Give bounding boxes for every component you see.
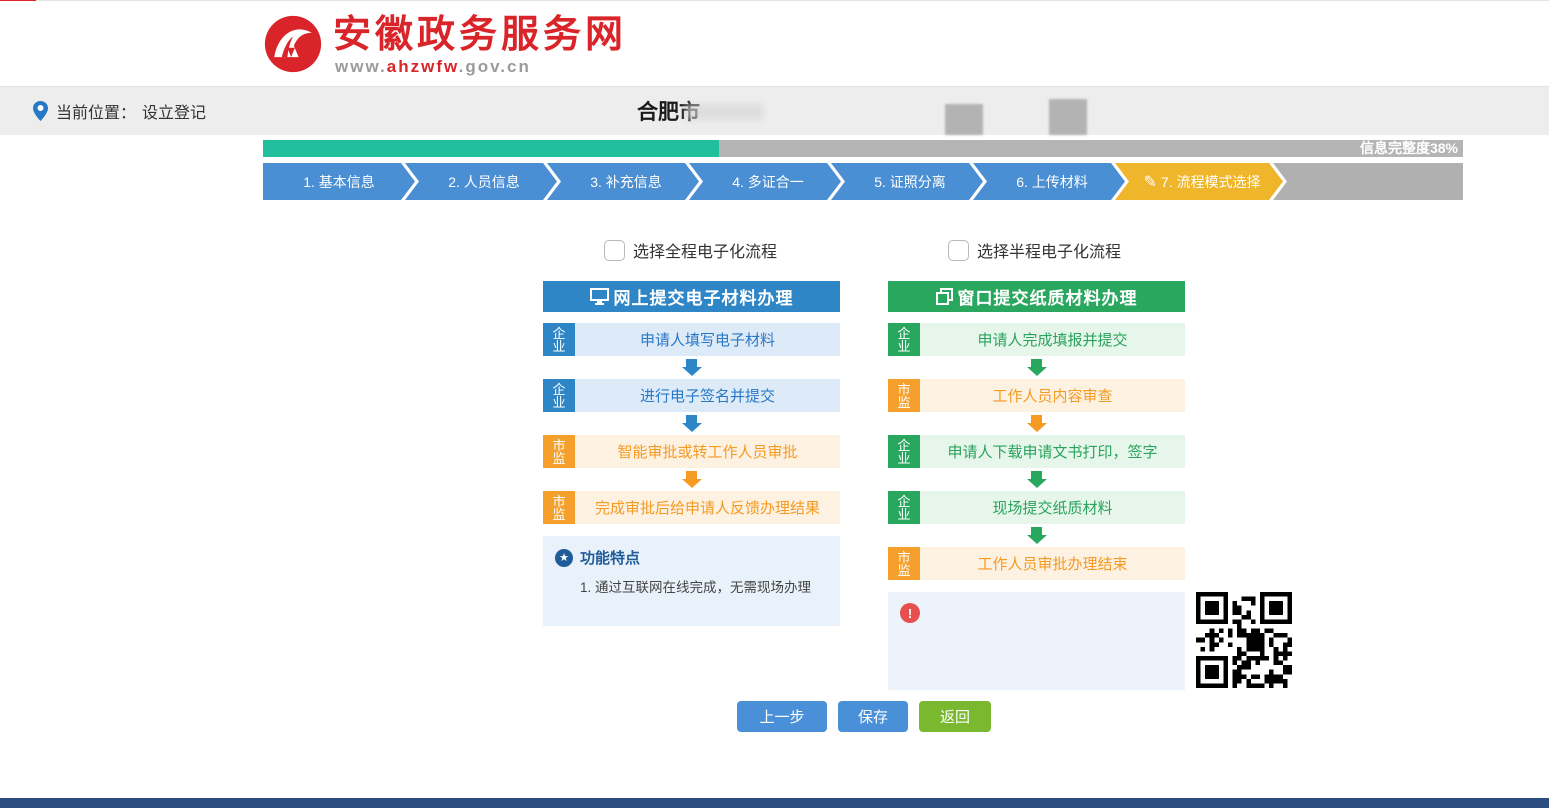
save-button[interactable]: 保存 (838, 701, 908, 732)
flow-step-text: 申请人填写电子材料 (575, 323, 840, 356)
actor-tag-regulator: 市监 (543, 491, 575, 524)
flow-step-text: 申请人下载申请文书打印，签字 (920, 435, 1185, 468)
breadcrumb-label: 当前位置： (56, 99, 136, 123)
actor-tag-enterprise: 企业 (888, 491, 920, 524)
tab-step-4-label: 4. 多证合一 (732, 172, 804, 192)
pencil-icon: ✎ (1144, 172, 1157, 192)
flow-step: 企业 申请人下载申请文书打印，签字 (888, 435, 1185, 468)
site-header: 安徽政务服务网 www.ahzwfw.gov.cn (0, 1, 1549, 87)
flow-step-text: 智能审批或转工作人员审批 (575, 435, 840, 468)
tab-step-2-label: 2. 人员信息 (448, 172, 520, 192)
actor-tag-enterprise: 企业 (543, 323, 575, 356)
option-half-electronic: 选择半程电子化流程 (948, 238, 1121, 262)
wizard-steps: 1. 基本信息 2. 人员信息 3. 补充信息 4. 多证合一 5. 证照分离 … (263, 163, 1463, 200)
half-electronic-checkbox[interactable] (948, 240, 969, 261)
previous-step-button[interactable]: 上一步 (737, 701, 827, 732)
tab-step-1[interactable]: 1. 基本信息 (263, 163, 415, 200)
feature-note-item: 1. 通过互联网在线完成，无需现场办理 (580, 576, 828, 596)
flow-step-text: 完成审批后给申请人反馈办理结果 (575, 491, 840, 524)
tab-step-4[interactable]: 4. 多证合一 (689, 163, 841, 200)
action-buttons: 上一步 保存 返回 (737, 701, 991, 732)
down-arrow-icon (543, 468, 840, 491)
breadcrumb-band: 当前位置： 设立登记 合肥市 (0, 87, 1549, 135)
feature-note-title: 功能特点 (580, 547, 640, 568)
notice-box: ! (888, 592, 1185, 690)
redacted-block (945, 104, 983, 135)
flow-window: 窗口提交纸质材料办理 企业 申请人完成填报并提交 市监 工作人员内容审查 企业 … (888, 281, 1185, 690)
flow-step-text: 工作人员审批办理结束 (920, 547, 1185, 580)
down-arrow-icon (888, 356, 1185, 379)
progress-fill (263, 140, 719, 157)
site-url-www: www. (335, 57, 387, 76)
completeness-progressbar: 信息完整度38% (263, 140, 1463, 157)
tab-step-6-label: 6. 上传材料 (1016, 172, 1088, 192)
site-logo-icon (263, 14, 323, 74)
down-arrow-icon (888, 524, 1185, 547)
actor-tag-enterprise: 企业 (543, 379, 575, 412)
flow-step-text: 工作人员内容审查 (920, 379, 1185, 412)
site-name: 安徽政务服务网 (333, 14, 627, 56)
qr-code (1196, 592, 1292, 688)
monitor-icon (590, 288, 609, 305)
flow-step: 企业 申请人完成填报并提交 (888, 323, 1185, 356)
feature-star-icon: ★ (555, 549, 573, 567)
full-electronic-checkbox[interactable] (604, 240, 625, 261)
flow-window-header: 窗口提交纸质材料办理 (888, 281, 1185, 312)
location-pin-icon (33, 101, 48, 121)
flow-step: 企业 申请人填写电子材料 (543, 323, 840, 356)
flow-step-text: 进行电子签名并提交 (575, 379, 840, 412)
flow-step: 市监 智能审批或转工作人员审批 (543, 435, 840, 468)
site-url-tld: .gov.cn (459, 57, 531, 76)
flow-online: 网上提交电子材料办理 企业 申请人填写电子材料 企业 进行电子签名并提交 市监 … (543, 281, 840, 626)
tab-step-5-label: 5. 证照分离 (874, 172, 946, 192)
tab-step-2[interactable]: 2. 人员信息 (405, 163, 557, 200)
flow-step: 企业 现场提交纸质材料 (888, 491, 1185, 524)
breadcrumb: 当前位置： 设立登记 (33, 99, 206, 123)
actor-tag-regulator: 市监 (888, 547, 920, 580)
flow-step: 市监 完成审批后给申请人反馈办理结果 (543, 491, 840, 524)
tab-step-6[interactable]: 6. 上传材料 (973, 163, 1125, 200)
flow-step-text: 现场提交纸质材料 (920, 491, 1185, 524)
site-logo[interactable]: 安徽政务服务网 www.ahzwfw.gov.cn (263, 14, 627, 77)
actor-tag-enterprise: 企业 (888, 435, 920, 468)
redacted-block (1049, 99, 1087, 135)
feature-note-box: ★ 功能特点 1. 通过互联网在线完成，无需现场办理 (543, 536, 840, 626)
flow-online-title: 网上提交电子材料办理 (614, 284, 794, 309)
flow-step: 市监 工作人员内容审查 (888, 379, 1185, 412)
down-arrow-icon (543, 356, 840, 379)
option-full-electronic: 选择全程电子化流程 (604, 238, 777, 262)
down-arrow-icon (888, 412, 1185, 435)
flow-step: 市监 工作人员审批办理结束 (888, 547, 1185, 580)
half-electronic-label: 选择半程电子化流程 (977, 238, 1121, 262)
flow-step-text: 申请人完成填报并提交 (920, 323, 1185, 356)
flow-online-header: 网上提交电子材料办理 (543, 281, 840, 312)
actor-tag-regulator: 市监 (543, 435, 575, 468)
site-url: www.ahzwfw.gov.cn (335, 57, 627, 77)
flow-step: 企业 进行电子签名并提交 (543, 379, 840, 412)
tab-step-7-active[interactable]: ✎7. 流程模式选择 (1115, 163, 1283, 200)
tab-step-3-label: 3. 补充信息 (590, 172, 662, 192)
actor-tag-regulator: 市监 (888, 379, 920, 412)
tab-step-1-label: 1. 基本信息 (303, 172, 375, 192)
tab-step-7-label: 7. 流程模式选择 (1161, 172, 1261, 192)
full-electronic-label: 选择全程电子化流程 (633, 238, 777, 262)
site-url-domain: ahzwfw (387, 57, 459, 76)
progress-label: 信息完整度38% (1360, 140, 1458, 157)
alert-icon: ! (900, 603, 920, 623)
breadcrumb-current: 设立登记 (142, 99, 206, 123)
page: 安徽政务服务网 www.ahzwfw.gov.cn 当前位置： 设立登记 合肥市… (0, 0, 1549, 808)
tab-step-3[interactable]: 3. 补充信息 (547, 163, 699, 200)
actor-tag-enterprise: 企业 (888, 323, 920, 356)
down-arrow-icon (543, 412, 840, 435)
footer-bar (0, 798, 1549, 808)
window-copy-icon (936, 288, 953, 305)
tabs-filler (1273, 163, 1463, 200)
tab-step-5[interactable]: 5. 证照分离 (831, 163, 983, 200)
flow-window-title: 窗口提交纸质材料办理 (958, 284, 1138, 309)
down-arrow-icon (888, 468, 1185, 491)
redacted-title-text (685, 104, 763, 120)
back-button[interactable]: 返回 (919, 701, 991, 732)
